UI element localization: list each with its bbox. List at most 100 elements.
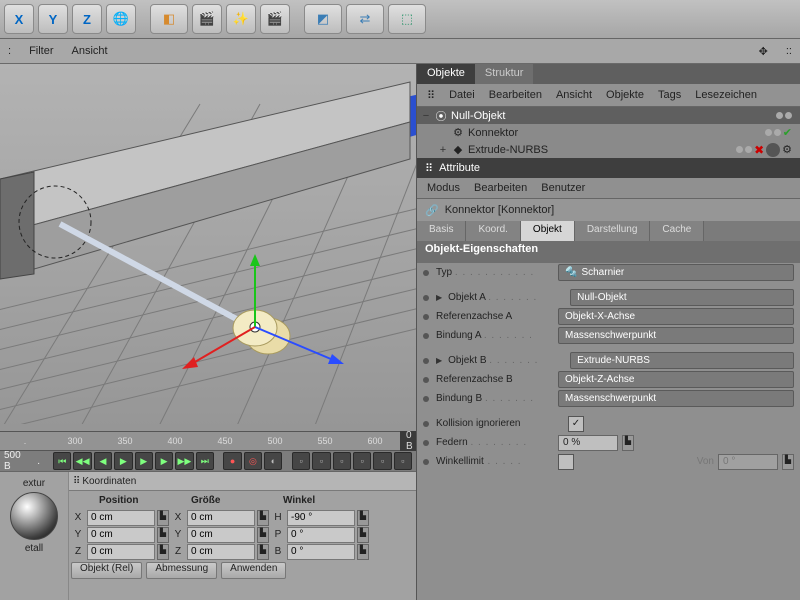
tree-item-konnektor[interactable]: ⚙Konnektor✔ bbox=[417, 124, 800, 141]
field-objekt-a[interactable]: Null-Objekt bbox=[570, 289, 794, 306]
attr-menu-benutzer[interactable]: Benutzer bbox=[541, 182, 585, 194]
next-frame-button[interactable]: ▶ bbox=[155, 452, 173, 470]
tree-item-null-objekt[interactable]: −⦿Null-Objekt bbox=[417, 107, 800, 124]
pos-y[interactable] bbox=[87, 527, 155, 543]
next-key-button[interactable]: ▶▶ bbox=[175, 452, 193, 470]
material-preview-pane: extur etall bbox=[0, 472, 69, 600]
keymode6-icon[interactable]: ▫ bbox=[394, 452, 412, 470]
check-winkellimit[interactable] bbox=[558, 454, 574, 470]
cube-blue-button[interactable]: ◩ bbox=[304, 4, 342, 34]
atab-koord[interactable]: Koord. bbox=[466, 221, 520, 241]
spinner-icon[interactable]: ▙ bbox=[622, 435, 634, 451]
clapper2-icon[interactable]: 🎬 bbox=[260, 4, 290, 34]
field-bindung-b[interactable]: Massenschwerpunkt bbox=[558, 390, 794, 407]
angle-b[interactable] bbox=[287, 544, 355, 560]
section-objekt-eig: Objekt-Eigenschaften bbox=[417, 241, 800, 263]
spinner-icon[interactable]: ▙ bbox=[357, 544, 369, 560]
menu-ansicht[interactable]: Ansicht bbox=[556, 89, 592, 101]
clapper1-icon[interactable]: 🎬 bbox=[192, 4, 222, 34]
spinner-icon[interactable]: ▙ bbox=[357, 510, 369, 526]
atab-basis[interactable]: Basis bbox=[417, 221, 466, 241]
attr-menu-modus[interactable]: Modus bbox=[427, 182, 460, 194]
subbar-view[interactable]: Ansicht bbox=[72, 45, 108, 57]
keymode1-icon[interactable]: ▫ bbox=[292, 452, 310, 470]
play-button[interactable]: ▶ bbox=[135, 452, 153, 470]
subbar-dots[interactable]: :: bbox=[786, 45, 792, 57]
record-button[interactable]: ● bbox=[223, 452, 241, 470]
cube-primitive-button[interactable]: ◧ bbox=[150, 4, 188, 34]
material-ball-icon[interactable] bbox=[10, 492, 58, 540]
coord-dim-button[interactable]: Abmessung bbox=[146, 562, 217, 579]
axis-x-button[interactable]: X bbox=[4, 4, 34, 34]
size-z[interactable] bbox=[187, 544, 255, 560]
tree-item-extrude-nurbs[interactable]: +◆Extrude-NURBS✖⚙ bbox=[417, 141, 800, 158]
subbar-filter[interactable]: Filter bbox=[29, 45, 53, 57]
size-y[interactable] bbox=[187, 527, 255, 543]
atab-darstellung[interactable]: Darstellung bbox=[575, 221, 651, 241]
prev-frame-button[interactable]: ◀ bbox=[94, 452, 112, 470]
spinner-icon[interactable]: ▙ bbox=[357, 527, 369, 543]
goto-end-button[interactable]: ⏭ bbox=[196, 452, 214, 470]
keymode5-icon[interactable]: ▫ bbox=[373, 452, 391, 470]
coord-apply-button[interactable]: Anwenden bbox=[221, 562, 286, 579]
field-federn[interactable]: 0 % bbox=[558, 435, 618, 451]
globe-icon[interactable]: 🌐 bbox=[106, 4, 136, 34]
connector-icon: 🔗 bbox=[425, 204, 439, 217]
attr-menu-bearbeiten[interactable]: Bearbeiten bbox=[474, 182, 527, 194]
spinner-icon[interactable]: ▙ bbox=[157, 510, 169, 526]
field-von[interactable]: 0 ° bbox=[718, 454, 778, 470]
size-x[interactable] bbox=[187, 510, 255, 526]
spinner-icon[interactable]: ▙ bbox=[257, 544, 269, 560]
atab-objekt[interactable]: Objekt bbox=[521, 221, 575, 241]
axis-y-button[interactable]: Y bbox=[38, 4, 68, 34]
menu-datei[interactable]: Datei bbox=[449, 89, 475, 101]
swap-icon[interactable]: ⇄ bbox=[346, 4, 384, 34]
field-typ[interactable]: 🔩Scharnier bbox=[558, 264, 794, 281]
check-kollision[interactable]: ✓ bbox=[568, 416, 584, 432]
expander-icon[interactable]: + bbox=[438, 144, 448, 156]
prev-key-button[interactable]: ◀◀ bbox=[73, 452, 91, 470]
dynamics-tag-icon[interactable] bbox=[766, 143, 780, 157]
viewport-3d[interactable] bbox=[0, 64, 416, 431]
spinner-icon[interactable]: ▙ bbox=[257, 527, 269, 543]
goto-start-button[interactable]: ⏮ bbox=[53, 452, 71, 470]
atab-cache[interactable]: Cache bbox=[650, 221, 704, 241]
field-refachse-b[interactable]: Objekt-Z-Achse bbox=[558, 371, 794, 388]
cube-green-button[interactable]: ⬚ bbox=[388, 4, 426, 34]
keymode4-icon[interactable]: ▫ bbox=[353, 452, 371, 470]
coord-mode-button[interactable]: Objekt (Rel) bbox=[71, 562, 142, 579]
grip-icon[interactable]: ⠿ bbox=[425, 162, 433, 175]
keymode3-icon[interactable]: ▫ bbox=[333, 452, 351, 470]
menu-bearbeiten[interactable]: Bearbeiten bbox=[489, 89, 542, 101]
play-back-button[interactable]: ▶ bbox=[114, 452, 132, 470]
move-gizmo-icon[interactable]: ✥ bbox=[759, 45, 768, 58]
grip-icon[interactable]: ⠿ bbox=[73, 476, 80, 487]
axis-label: X bbox=[171, 512, 185, 523]
field-refachse-a[interactable]: Objekt-X-Achse bbox=[558, 308, 794, 325]
tab-struktur[interactable]: Struktur bbox=[475, 64, 534, 84]
spinner-icon[interactable]: ▙ bbox=[782, 454, 794, 470]
grip-icon[interactable]: ⠿ bbox=[427, 89, 435, 102]
keymode2-icon[interactable]: ▫ bbox=[312, 452, 330, 470]
pos-z[interactable] bbox=[87, 544, 155, 560]
spinner-icon[interactable]: ▙ bbox=[157, 544, 169, 560]
angle-h[interactable] bbox=[287, 510, 355, 526]
tag2-icon[interactable]: ⚙ bbox=[782, 143, 792, 156]
axis-z-button[interactable]: Z bbox=[72, 4, 102, 34]
pos-x[interactable] bbox=[87, 510, 155, 526]
explosion-icon[interactable]: ✨ bbox=[226, 4, 256, 34]
expander-icon[interactable]: − bbox=[421, 110, 431, 122]
autokey-button[interactable]: ◎ bbox=[244, 452, 262, 470]
angle-p[interactable] bbox=[287, 527, 355, 543]
spinner-icon[interactable]: ▙ bbox=[257, 510, 269, 526]
spinner-icon[interactable]: ▙ bbox=[157, 527, 169, 543]
key-options-icon[interactable]: ◐ bbox=[264, 452, 282, 470]
timeline-ruler[interactable]: . 300 350 400 450 500 550 600 0 B bbox=[0, 431, 416, 451]
tab-objekte[interactable]: Objekte bbox=[417, 64, 475, 84]
menu-objekte[interactable]: Objekte bbox=[606, 89, 644, 101]
menu-lesezeichen[interactable]: Lesezeichen bbox=[695, 89, 757, 101]
field-bindung-a[interactable]: Massenschwerpunkt bbox=[558, 327, 794, 344]
object-tree[interactable]: −⦿Null-Objekt⚙Konnektor✔+◆Extrude-NURBS✖… bbox=[417, 107, 800, 158]
menu-tags[interactable]: Tags bbox=[658, 89, 681, 101]
field-objekt-b[interactable]: Extrude-NURBS bbox=[570, 352, 794, 369]
